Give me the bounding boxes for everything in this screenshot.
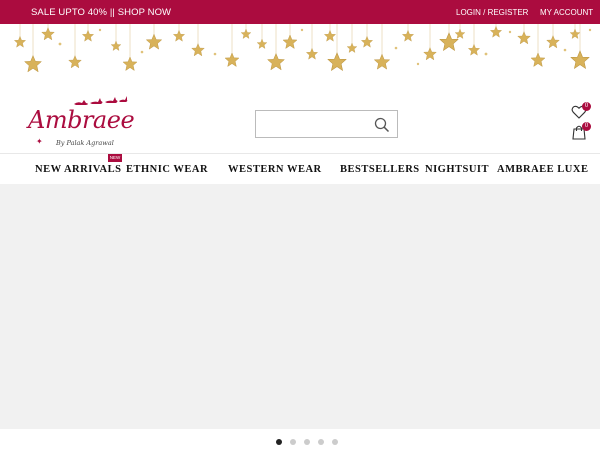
wishlist-count-badge: 0 <box>582 102 591 111</box>
slider-dot[interactable] <box>290 439 296 445</box>
nav-item-nightsuit[interactable]: NIGHTSUIT <box>425 164 489 175</box>
sale-promo-link[interactable]: SALE UPTO 40% || SHOP NOW <box>31 7 171 18</box>
new-tag-badge: NEW <box>108 154 122 162</box>
wishlist-button[interactable]: 0 <box>570 102 592 122</box>
brand-logo[interactable]: Ambraee ✦ By Palak Agrawal <box>24 90 135 152</box>
my-account-link[interactable]: MY ACCOUNT <box>540 8 593 17</box>
nav-item-new-arrivals[interactable]: NEW ARRIVALS <box>35 164 121 175</box>
nav-item-ambraee-luxe[interactable]: AMBRAEE LUXE <box>497 164 588 175</box>
main-nav: NEW NEW ARRIVALS ETHNIC WEAR WESTERN WEA… <box>0 154 600 184</box>
login-register-link[interactable]: LOGIN / REGISTER <box>456 8 528 17</box>
slider-dot[interactable] <box>276 439 282 445</box>
slider-dot[interactable] <box>318 439 324 445</box>
sparkle-icon: ✦ <box>36 137 43 146</box>
nav-item-bestsellers[interactable]: BESTSELLERS <box>340 164 420 175</box>
search-input[interactable] <box>256 111 366 137</box>
search-icon[interactable] <box>374 117 390 133</box>
festive-garland-decoration <box>14 24 592 73</box>
hero-banner[interactable] <box>0 184 600 429</box>
brand-wordmark: Ambraee <box>28 106 135 134</box>
cart-button[interactable]: 0 <box>570 122 592 142</box>
nav-item-western-wear[interactable]: WESTERN WEAR <box>228 164 322 175</box>
top-bar: SALE UPTO 40% || SHOP NOW LOGIN / REGIST… <box>0 0 600 24</box>
slider-dot[interactable] <box>304 439 310 445</box>
cart-count-badge: 0 <box>582 122 591 131</box>
slider-dot[interactable] <box>332 439 338 445</box>
slider-pagination <box>276 439 346 445</box>
search-box[interactable] <box>255 110 398 138</box>
brand-byline: By Palak Agrawal <box>56 139 114 147</box>
nav-item-ethnic-wear[interactable]: ETHNIC WEAR <box>126 164 208 175</box>
